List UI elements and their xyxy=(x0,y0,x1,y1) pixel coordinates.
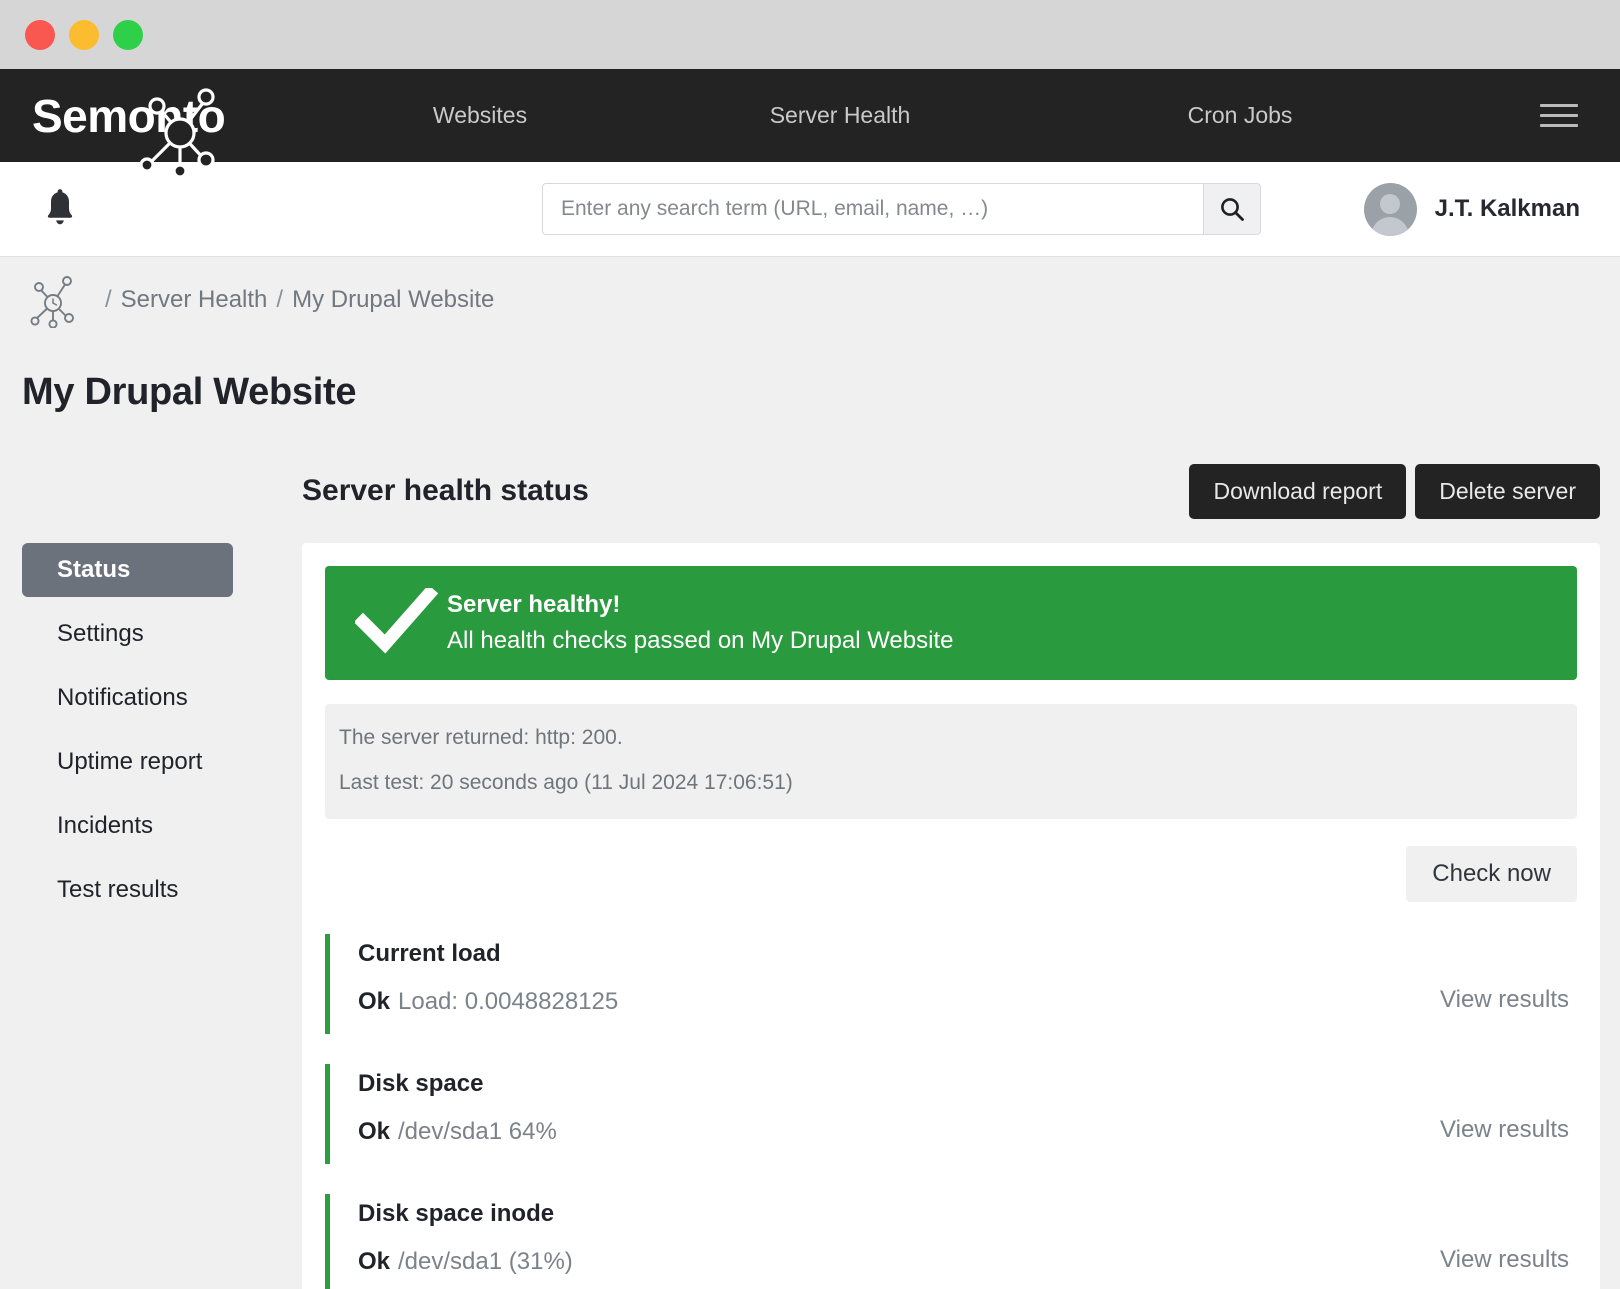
avatar xyxy=(1363,182,1417,236)
breadcrumb: / Server Health / My Drupal Website xyxy=(0,257,1620,343)
sidebar-item-settings[interactable]: Settings xyxy=(22,607,302,661)
delete-server-button[interactable]: Delete server xyxy=(1415,463,1600,519)
health-check-row: Disk space Ok/dev/sda1 64% View results xyxy=(325,1064,1577,1164)
page-title: My Drupal Website xyxy=(22,371,357,413)
content-row: Status Settings Notifications Uptime rep… xyxy=(0,543,1620,1289)
health-check-row: Current load Ok Load: 0.0048828125 View r… xyxy=(325,934,1577,1034)
sidebar-item-uptime-report[interactable]: Uptime report xyxy=(22,735,302,789)
health-check-main: Disk space inode Ok/dev/sda1 (31%) xyxy=(358,1200,1440,1276)
search-input[interactable] xyxy=(542,183,1203,235)
top-navigation-bar: Semonto Websites Server Health Cron Jobs xyxy=(0,69,1620,179)
server-response-text: The server returned: http: 200. xyxy=(339,726,623,749)
breadcrumb-separator-2: / xyxy=(276,286,284,313)
health-check-main: Current load Ok Load: 0.0048828125 xyxy=(358,940,1440,1016)
status-detail: /dev/sda1 64% xyxy=(398,1118,557,1145)
breadcrumb-item-my-drupal-website[interactable]: My Drupal Website xyxy=(292,286,494,314)
sidebar-item-notifications[interactable]: Notifications xyxy=(22,671,302,725)
nav-item-server-health[interactable]: Server Health xyxy=(630,102,1050,129)
health-check-list: Current load Ok Load: 0.0048828125 View r… xyxy=(325,934,1577,1289)
breadcrumb-separator-1: / xyxy=(105,286,112,313)
sidebar-item-test-results[interactable]: Test results xyxy=(22,863,302,917)
brand-logo[interactable]: Semonto xyxy=(0,89,330,143)
hamburger-icon[interactable] xyxy=(1540,97,1578,134)
search-group xyxy=(542,183,1261,235)
nav-links: Websites Server Health Cron Jobs xyxy=(330,97,1620,134)
breadcrumb-item-server-health[interactable]: Server Health xyxy=(121,286,268,314)
close-window-button[interactable] xyxy=(25,19,55,50)
sidebar-item-incidents[interactable]: Incidents xyxy=(22,799,302,853)
health-check-status: Ok Load: 0.0048828125 xyxy=(358,988,1440,1016)
health-status-banner: Server healthy! All health checks passed… xyxy=(325,566,1577,680)
user-menu[interactable]: J.T. Kalkman xyxy=(1363,182,1580,236)
view-results-link[interactable]: View results xyxy=(1440,1116,1577,1144)
health-check-status: Ok/dev/sda1 64% xyxy=(358,1118,1440,1146)
status-detail: Load: 0.0048828125 xyxy=(398,988,619,1015)
minimize-window-button[interactable] xyxy=(69,19,99,50)
maximize-window-button[interactable] xyxy=(113,19,143,50)
section-title: Server health status xyxy=(302,474,589,507)
brand-logo-text: Semonto xyxy=(32,89,226,142)
semonto-node-icon[interactable] xyxy=(28,272,80,328)
page-body: My Drupal Website Server health status D… xyxy=(0,343,1620,1289)
status-card: Server healthy! All health checks passed… xyxy=(302,543,1600,1289)
checkmark-icon xyxy=(355,588,439,654)
health-check-main: Disk space Ok/dev/sda1 64% xyxy=(358,1070,1440,1146)
search-icon xyxy=(1221,198,1244,221)
health-check-name: Disk space inode xyxy=(358,1200,555,1227)
download-report-button[interactable]: Download report xyxy=(1189,463,1407,519)
utility-bar: J.T. Kalkman xyxy=(0,162,1620,257)
health-check-row: Disk space inode Ok/dev/sda1 (31%) View … xyxy=(325,1194,1577,1289)
settings-sidebar: Status Settings Notifications Uptime rep… xyxy=(22,543,302,1289)
health-check-name: Disk space xyxy=(358,1070,484,1097)
check-now-button[interactable]: Check now xyxy=(1406,846,1577,902)
check-now-row: Check now xyxy=(325,846,1577,902)
last-test-text: Last test: 20 seconds ago (11 Jul 2024 1… xyxy=(339,771,793,794)
view-results-link[interactable]: View results xyxy=(1440,986,1577,1014)
nav-item-websites[interactable]: Websites xyxy=(330,102,630,129)
banner-text: Server healthy! All health checks passed… xyxy=(447,591,953,655)
bell-icon[interactable] xyxy=(40,187,80,231)
status-badge: Ok xyxy=(358,1248,391,1275)
status-badge: Ok xyxy=(358,988,391,1015)
banner-subtitle: All health checks passed on My Drupal We… xyxy=(447,627,954,654)
server-info-box: The server returned: http: 200. Last tes… xyxy=(325,704,1577,819)
banner-title: Server healthy! xyxy=(447,591,621,618)
health-check-name: Current load xyxy=(358,940,501,967)
section-actions: Download report Delete server xyxy=(1189,463,1600,519)
status-badge: Ok xyxy=(358,1118,391,1145)
app-window: Semonto Websites Server Health Cron Jobs… xyxy=(0,0,1620,1289)
search-button[interactable] xyxy=(1203,183,1261,235)
sidebar-item-status[interactable]: Status xyxy=(22,543,233,597)
user-name: J.T. Kalkman xyxy=(1434,195,1580,222)
view-results-link[interactable]: View results xyxy=(1440,1246,1577,1274)
nav-item-cron-jobs[interactable]: Cron Jobs xyxy=(1050,102,1430,129)
window-titlebar xyxy=(0,0,1620,69)
section-header: Server health status Download report Del… xyxy=(0,462,1620,520)
status-detail: /dev/sda1 (31%) xyxy=(398,1248,573,1275)
health-check-status: Ok/dev/sda1 (31%) xyxy=(358,1248,1440,1276)
